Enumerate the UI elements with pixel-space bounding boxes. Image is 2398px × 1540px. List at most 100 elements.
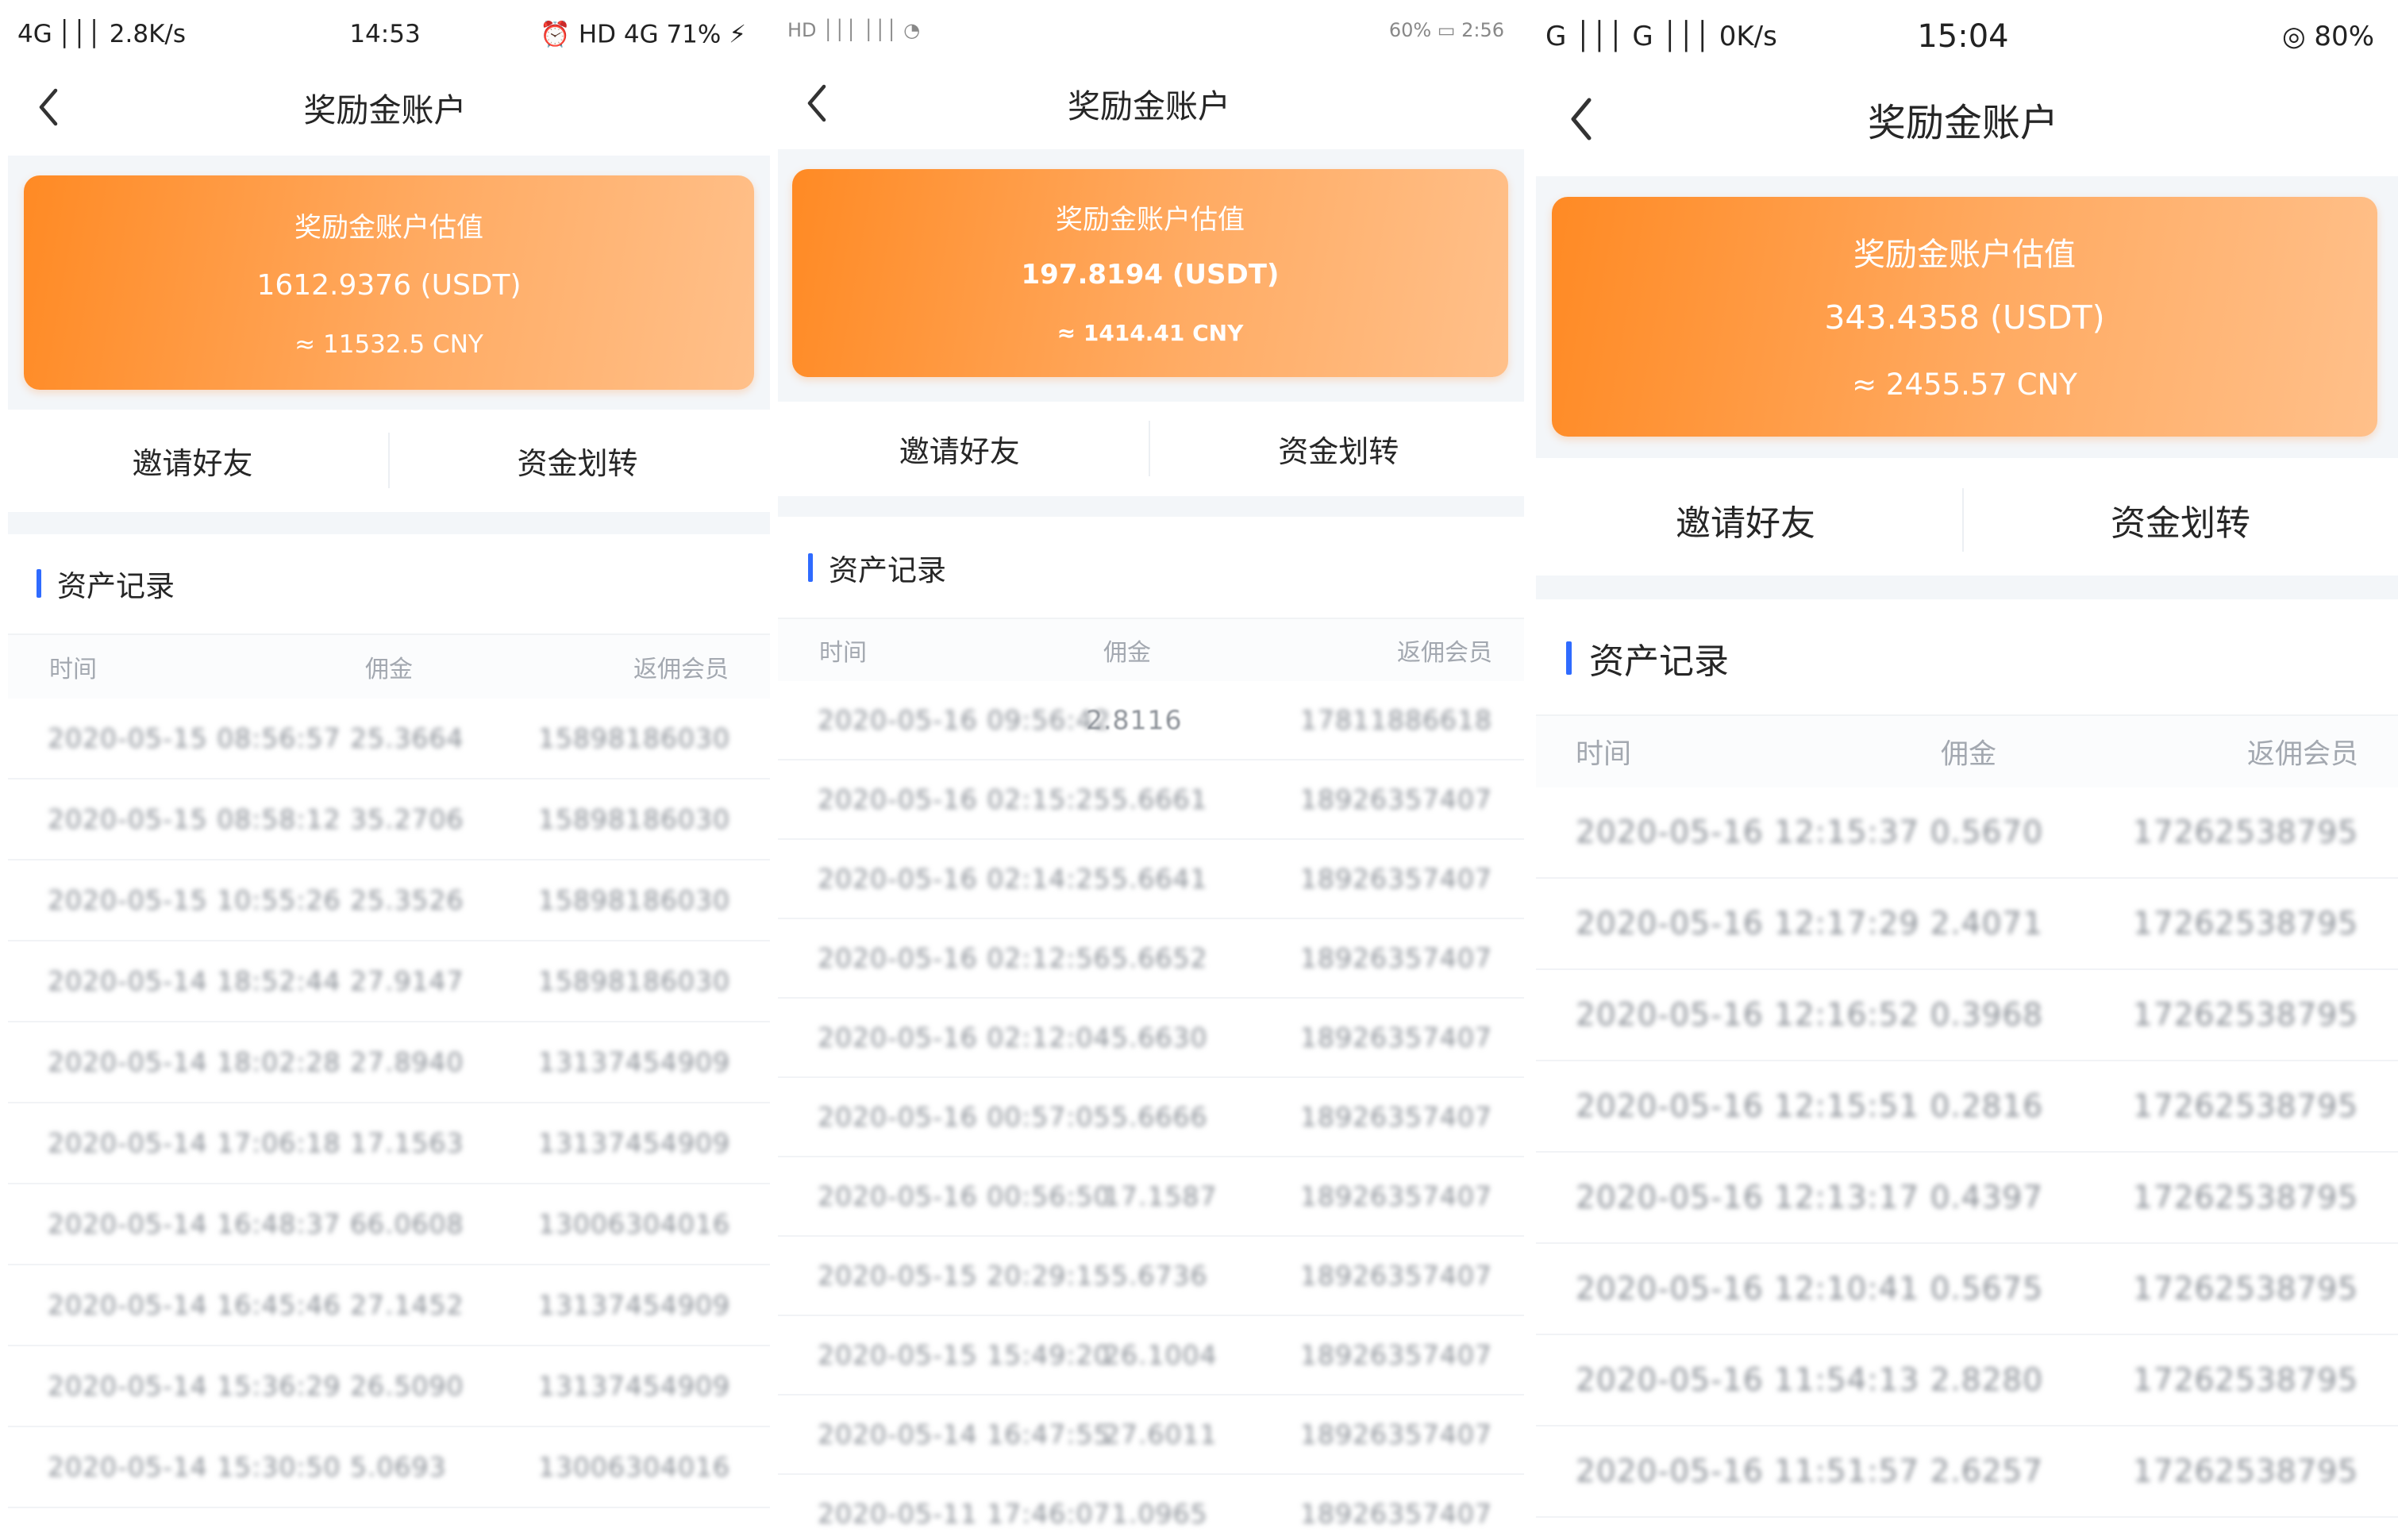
table-row: 2020-05-14 15:30:50 5.0693 13006304016 [8, 1427, 770, 1508]
page-title: 奖励金账户 [1068, 87, 1230, 125]
member-cell: 17262538795 [2133, 1180, 2358, 1215]
table-row: 2020-05-14 16:45:46 27.1452 13137454909 [8, 1265, 770, 1346]
commission-cell: 5.6652 [1111, 942, 1208, 974]
col-member: 返佣会员 [1397, 639, 1492, 667]
time-cell: 2020-05-16 02:12:04 [818, 1022, 1111, 1053]
record-list: 2020-05-16 12:15:37 0.5670 17262538795 20… [1536, 787, 2398, 1540]
member-cell: 17262538795 [2133, 1453, 2358, 1489]
fund-transfer-button[interactable]: 资金划转 [1963, 472, 2398, 568]
section-accent-bar [808, 553, 813, 582]
status-bar: HD │││ │││ ◔ 60% ▭ 2:56 [770, 6, 1528, 54]
time-cell: 2020-05-15 15:49:20 [818, 1339, 1111, 1371]
section-heading: 资产记录 [808, 540, 946, 595]
table-header: 时间 佣金 返佣会员 [778, 618, 1524, 681]
member-cell: 18926357407 [1300, 1260, 1492, 1292]
action-row: 邀请好友 资金划转 [0, 421, 770, 500]
action-divider [1149, 421, 1150, 476]
time-cell: 2020-05-14 16:45:46 27.1452 [48, 1289, 464, 1321]
account-value-card: 奖励金账户估值 197.8194 (USDT) ≈ 1414.41 CNY [792, 169, 1508, 377]
invite-friends-button[interactable]: 邀请好友 [0, 421, 385, 500]
card-title: 奖励金账户估值 [294, 212, 483, 244]
usdt-value: 197.8194 (USDT) [1021, 259, 1280, 291]
member-cell: 13006304016 [538, 1208, 730, 1240]
member-cell: 13137454909 [538, 1046, 730, 1078]
member-cell: 18926357407 [1300, 1022, 1492, 1053]
member-cell: 15898186030 [538, 884, 730, 916]
chevron-left-icon[interactable] [37, 87, 60, 127]
table-row: 2020-05-14 18:52:44 27.9147 15898186030 [8, 941, 770, 1022]
table-row: 2020-05-16 02:12:04 5.6630 18926357407 [778, 999, 1524, 1078]
time-cell: 2020-05-16 00:56:50 [818, 1180, 1111, 1212]
cny-value: ≈ 2455.57 CNY [1852, 368, 2077, 402]
member-cell: 18926357407 [1300, 863, 1492, 895]
commission-cell: 5.6736 [1111, 1260, 1208, 1292]
action-divider [1962, 488, 1964, 552]
member-cell: 18926357407 [1300, 783, 1492, 815]
member-cell: 18926357407 [1300, 942, 1492, 974]
table-row: 2020-05-15 15:49:20 26.1004 18926357407 [778, 1316, 1524, 1396]
page-title: 奖励金账户 [1867, 101, 2058, 145]
cny-value: ≈ 11532.5 CNY [294, 330, 483, 359]
fund-transfer-button[interactable]: 资金划转 [1149, 409, 1529, 488]
usdt-value: 1612.9376 (USDT) [256, 269, 522, 302]
commission-cell: 26.1004 [1103, 1339, 1218, 1371]
status-clock: 15:04 [1917, 18, 2009, 55]
table-row: 2020-05-16 11:54:13 2.8280 17262538795 [1536, 1335, 2398, 1426]
time-cell: 2020-05-16 00:57:05 [818, 1101, 1111, 1133]
usdt-value: 343.4358 (USDT) [1824, 298, 2105, 337]
chevron-left-icon[interactable] [805, 83, 829, 123]
commission-cell: 27.6011 [1103, 1419, 1218, 1450]
table-row: 2020-05-11 17:46:07 1.0965 18926357407 [778, 1475, 1524, 1540]
section-gap [778, 496, 1524, 517]
member-cell: 15898186030 [538, 965, 730, 997]
status-right: 60% ▭ 2:56 [1388, 19, 1504, 41]
table-row: 2020-05-16 12:15:51 0.2816 17262538795 [1536, 1061, 2398, 1153]
status-right: ⏰ HD 4G 71% ⚡ [540, 20, 746, 49]
member-cell: 17262538795 [2133, 997, 2358, 1033]
col-commission: 佣金 [365, 656, 413, 683]
time-cell: 2020-05-16 11:51:57 2.6257 [1576, 1453, 2044, 1489]
member-cell: 17262538795 [2133, 1271, 2358, 1307]
time-cell: 2020-05-14 17:06:18 17.1563 [48, 1127, 464, 1159]
card-title: 奖励金账户估值 [1056, 204, 1245, 236]
time-cell: 2020-05-11 17:46:07 [818, 1498, 1111, 1530]
col-member: 返佣会员 [2246, 738, 2358, 771]
table-row: 2020-05-16 12:13:17 0.4397 17262538795 [1536, 1153, 2398, 1244]
invite-friends-button[interactable]: 邀请好友 [770, 409, 1149, 488]
fund-transfer-button[interactable]: 资金划转 [385, 421, 770, 500]
member-cell: 17262538795 [2133, 814, 2358, 850]
member-cell: 13006304016 [538, 1451, 730, 1483]
time-cell: 2020-05-16 02:14:25 [818, 863, 1111, 895]
table-row: 2020-05-16 00:56:50 17.1587 18926357407 [778, 1157, 1524, 1237]
commission-cell: 5.6666 [1111, 1101, 1208, 1133]
time-cell: 2020-05-15 20:29:15 [818, 1260, 1111, 1292]
page-title: 奖励金账户 [303, 91, 467, 129]
time-cell: 2020-05-16 12:15:51 0.2816 [1576, 1088, 2044, 1124]
member-cell: 15898186030 [538, 722, 730, 754]
time-cell: 2020-05-14 15:30:50 5.0693 [48, 1451, 447, 1483]
table-row: 2020-05-16 00:57:05 5.6666 18926357407 [778, 1078, 1524, 1157]
col-time: 时间 [49, 656, 97, 683]
table-row: 2020-05-16 12:15:37 0.5670 17262538795 [1536, 787, 2398, 879]
section-heading: 资产记录 [1566, 627, 1729, 689]
invite-friends-button[interactable]: 邀请好友 [1528, 472, 1963, 568]
table-row: 2020-05-15 08:58:12 35.2706 15898186030 [8, 780, 770, 860]
section-heading: 资产记录 [37, 556, 175, 611]
table-header: 时间 佣金 返佣会员 [1536, 714, 2398, 787]
section-title: 资产记录 [57, 569, 175, 603]
member-cell: 18926357407 [1300, 1101, 1492, 1133]
commission-cell: 5.6661 [1111, 783, 1208, 815]
panel-2: HD │││ │││ ◔ 60% ▭ 2:56 奖励金账户 奖励金账户估值 19… [770, 0, 1528, 1540]
time-cell: 2020-05-16 12:10:41 0.5675 [1576, 1271, 2044, 1307]
status-left: HD │││ │││ ◔ [787, 19, 921, 41]
commission-cell: 1.0965 [1111, 1498, 1208, 1530]
nav-bar: 奖励金账户 [1528, 79, 2398, 159]
chevron-left-icon[interactable] [1568, 97, 1595, 141]
panel-1: 4G │││ 2.8K/s 14:53 ⏰ HD 4G 71% ⚡ 奖励金账户 … [0, 0, 770, 1540]
col-time: 时间 [1576, 738, 1632, 771]
time-cell: 2020-05-16 11:54:13 2.8280 [1576, 1362, 2044, 1398]
time-cell: 2020-05-14 16:47:55 [818, 1419, 1111, 1450]
member-cell: 17262538795 [2133, 1088, 2358, 1124]
member-cell: 18926357407 [1300, 1180, 1492, 1212]
cny-value: ≈ 1414.41 CNY [1057, 320, 1244, 346]
